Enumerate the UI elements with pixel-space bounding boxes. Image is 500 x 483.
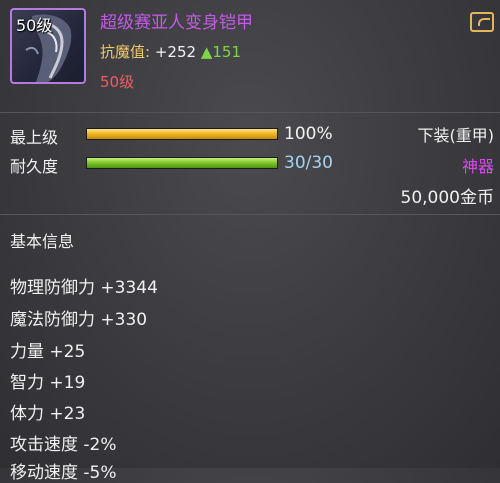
item-icon: 50级 (10, 8, 86, 84)
attribute-line: 魔法防御力 +330 (10, 310, 148, 330)
resist-bonus: ▲151 (200, 43, 241, 61)
item-grade: 神器 (461, 157, 494, 176)
resist-line: 抗魔值: +252 ▲151 (100, 41, 241, 62)
item-price: 50,000金币 (400, 188, 494, 208)
share-icon[interactable] (470, 12, 494, 32)
attribute-line: 攻击速度 -2% (10, 435, 117, 455)
durability-bar (86, 157, 278, 169)
attribute-line: 智力 +19 (10, 373, 86, 393)
item-name: 超级赛亚人变身铠甲 (100, 13, 253, 33)
attribute-line: 体力 +23 (10, 404, 86, 424)
section-title: 基本信息 (10, 232, 75, 251)
durability-label: 耐久度 (10, 157, 59, 176)
upgrade-label: 最上级 (10, 128, 59, 147)
divider (0, 112, 500, 113)
required-level: 50级 (100, 73, 135, 91)
attribute-line: 物理防御力 +3344 (10, 278, 158, 298)
durability-value: 30/30 (284, 153, 333, 173)
attribute-line: 力量 +25 (10, 342, 86, 362)
level-badge: 50级 (16, 16, 53, 35)
divider (0, 214, 500, 215)
resist-label: 抗魔值: (100, 43, 151, 61)
equipment-slot: 下装(重甲) (417, 126, 495, 145)
resist-value: +252 (154, 43, 197, 61)
upgrade-bar (86, 128, 278, 140)
attribute-line: 移动速度 -5% (10, 463, 117, 483)
upgrade-value: 100% (284, 124, 333, 144)
upgrade-bar-fill (87, 129, 277, 139)
durability-bar-fill (87, 158, 277, 168)
